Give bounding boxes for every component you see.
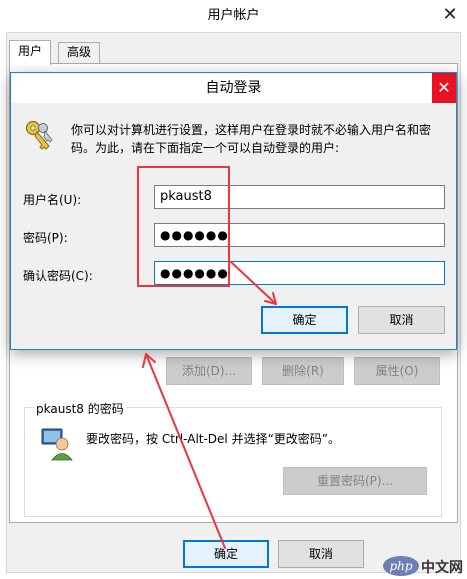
- watermark-text: 中文网: [421, 560, 463, 576]
- confirm-password-label: 确认密码(C):: [23, 269, 93, 283]
- key-icon: [24, 119, 54, 153]
- tab-users[interactable]: 用户: [9, 40, 52, 65]
- dialog-cancel-button[interactable]: 取消: [358, 306, 445, 334]
- watermark-logo: php: [383, 556, 419, 576]
- annotation-highlight-box: [137, 166, 230, 287]
- window-close-button[interactable]: ✕: [433, 0, 467, 31]
- close-icon[interactable]: ✕: [432, 73, 456, 103]
- add-user-button[interactable]: 添加(D)...: [166, 357, 252, 385]
- dialog-title: 自动登录: [11, 73, 456, 103]
- properties-button[interactable]: 属性(O): [354, 357, 440, 385]
- password-hint: 要改密码，按 Ctrl-Alt-Del 并选择“更改密码”。: [86, 432, 341, 446]
- window-title: 用户帐户: [207, 8, 260, 23]
- watermark: php 中文网: [383, 554, 467, 579]
- dialog-instructions: 你可以对计算机进行设置，这样用户在登录时就不必输入用户名和密码。为此，请在下面指…: [71, 123, 432, 155]
- remove-user-button[interactable]: 删除(R): [262, 357, 344, 385]
- window-cancel-button[interactable]: 取消: [278, 540, 364, 568]
- auto-login-dialog: 自动登录 ✕ 你可以对计算机进行设置，这样用户在登录时就不必输入用户名和密码。为…: [10, 72, 457, 350]
- window-ok-button[interactable]: 确定: [183, 540, 269, 568]
- password-group-title: pkaust8 的密码: [34, 400, 126, 417]
- reset-password-button[interactable]: 重置密码(P)...: [283, 467, 427, 495]
- tab-advanced[interactable]: 高级: [58, 42, 101, 63]
- password-group: [24, 407, 442, 517]
- users-icon: [40, 427, 76, 461]
- dialog-ok-button[interactable]: 确定: [261, 306, 348, 334]
- username-label: 用户名(U):: [23, 193, 82, 207]
- password-label: 密码(P):: [23, 231, 68, 245]
